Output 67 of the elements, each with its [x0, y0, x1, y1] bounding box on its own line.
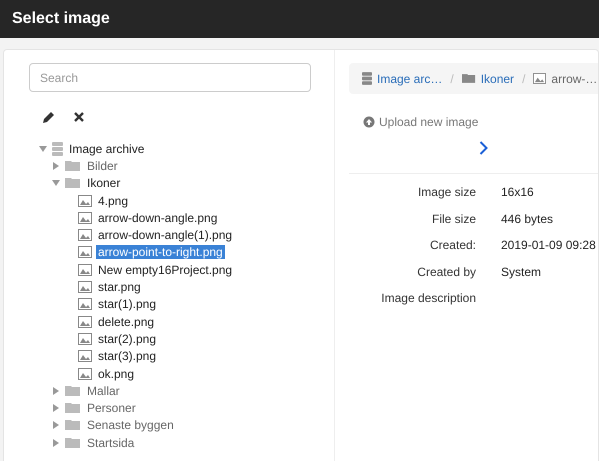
folder-icon: [65, 419, 81, 432]
tree-item[interactable]: star(3).png: [96, 349, 158, 364]
tree-item[interactable]: Startsida: [85, 436, 136, 450]
tree-item[interactable]: delete.png: [96, 314, 156, 329]
tree-item[interactable]: arrow-down-angle.png: [96, 210, 220, 225]
chevron-right-icon[interactable]: [479, 141, 488, 155]
image-icon: [78, 350, 92, 362]
breadcrumb-link[interactable]: Image arc…: [377, 72, 442, 86]
upload-icon: [363, 116, 375, 128]
tree-item[interactable]: New empty16Project.png: [96, 262, 234, 277]
database-icon: [362, 72, 372, 85]
window-title: Select image: [12, 10, 110, 28]
detail-value: 446 bytes: [501, 212, 554, 226]
collapse-triangle-icon[interactable]: [52, 438, 60, 447]
image-icon: [78, 246, 92, 258]
folder-icon: [65, 402, 81, 414]
detail-label: Image description: [380, 291, 476, 306]
edit-icon[interactable]: [42, 110, 56, 124]
tree-item[interactable]: star.png: [96, 280, 143, 294]
detail-label: Created by: [416, 264, 476, 279]
detail-label: Image size: [416, 185, 476, 200]
image-icon: [78, 368, 92, 380]
database-icon: [52, 142, 63, 156]
image-icon: [78, 229, 92, 242]
image-icon: [78, 194, 92, 207]
folder-icon: [65, 177, 81, 190]
detail-label: Created:: [428, 238, 476, 252]
tree-item[interactable]: ok.png: [96, 366, 136, 380]
image-icon: [78, 332, 92, 345]
detail-value: 2019-01-09 09:28: [501, 238, 596, 252]
close-icon[interactable]: [73, 111, 85, 123]
tree-item[interactable]: star(2).png: [96, 332, 158, 346]
tree-item[interactable]: Mallar: [85, 384, 122, 398]
tree-item[interactable]: arrow-point-to-right.png: [96, 245, 225, 260]
detail-value: System: [501, 264, 542, 279]
collapse-triangle-icon[interactable]: [52, 421, 60, 430]
image-icon: [78, 316, 92, 328]
expand-triangle-icon[interactable]: [39, 144, 47, 153]
detail-value: 16x16: [501, 185, 534, 200]
image-icon: [78, 281, 92, 294]
image-icon: [78, 264, 92, 276]
tree-item[interactable]: arrow-down-angle(1).png: [96, 228, 234, 242]
tree-item[interactable]: Personer: [85, 401, 138, 416]
detail-label: File size: [430, 212, 476, 226]
collapse-triangle-icon[interactable]: [52, 162, 60, 170]
image-icon: [78, 298, 92, 310]
upload-link[interactable]: Upload new image: [363, 115, 598, 129]
folder-icon: [462, 73, 476, 84]
breadcrumb-current: arrow-…: [551, 72, 598, 86]
tree-item[interactable]: 4.png: [96, 194, 130, 208]
folder-icon: [65, 160, 81, 172]
expand-triangle-icon[interactable]: [52, 179, 60, 188]
folder-icon: [65, 384, 81, 397]
tree-item[interactable]: Senaste byggen: [85, 418, 176, 432]
tree-item[interactable]: Ikoner: [85, 176, 122, 190]
image-icon: [533, 73, 546, 84]
tree-item[interactable]: star(1).png: [96, 297, 158, 312]
breadcrumb-separator: /: [522, 72, 526, 86]
collapse-triangle-icon[interactable]: [52, 404, 60, 412]
collapse-triangle-icon[interactable]: [52, 386, 60, 395]
breadcrumb-separator: /: [450, 72, 454, 86]
tree-item[interactable]: Image archive: [67, 142, 146, 156]
image-icon: [78, 212, 92, 224]
search-field[interactable]: Search: [29, 63, 311, 92]
tree-item[interactable]: Bilder: [85, 158, 120, 173]
breadcrumb-link[interactable]: Ikoner: [480, 72, 514, 86]
folder-icon: [65, 436, 81, 449]
